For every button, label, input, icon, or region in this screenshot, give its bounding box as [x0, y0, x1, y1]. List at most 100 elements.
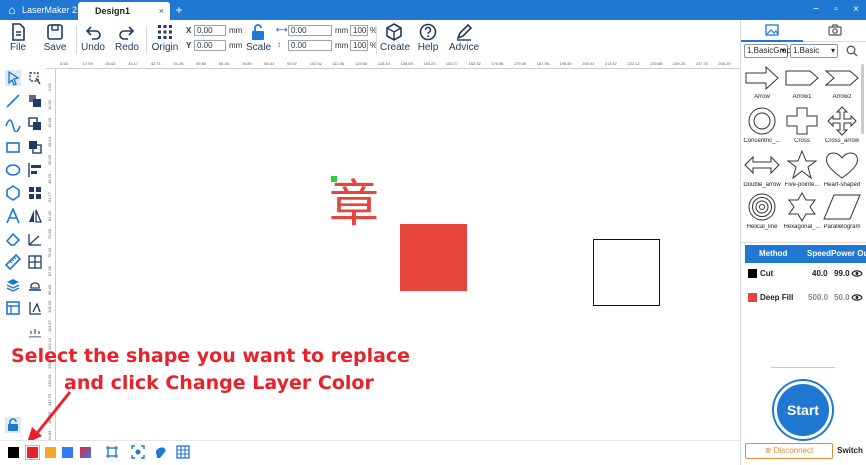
disconnect-button[interactable]: ⊗ Disconnect — [745, 443, 833, 459]
layer-color-orange[interactable] — [45, 447, 56, 458]
eraser-icon[interactable] — [5, 231, 21, 247]
select-arrow-icon[interactable] — [5, 70, 21, 86]
header-power: Power Output — [831, 249, 866, 258]
tab-camera[interactable] — [804, 20, 866, 42]
height-input[interactable]: 0.00 — [288, 40, 332, 51]
shape-double-arrow[interactable]: Double_arrow — [741, 150, 783, 188]
layer-color-blue[interactable] — [62, 447, 73, 458]
ruler-tick-label: 85.43 — [264, 61, 275, 66]
minimize-button[interactable]: − — [808, 2, 824, 18]
layer-row-cut[interactable]: Cut 40.0 99.0 — [745, 263, 866, 285]
shape-helical-line[interactable]: Helical_line — [741, 192, 783, 230]
grid-layout-icon[interactable] — [27, 254, 43, 270]
vertical-ruler: 2.53 11.06 19.60 28.14 36.69 45.23 53.77 62.32 7… — [46, 69, 56, 440]
layer-row-deep-fill[interactable]: Deep Fill 500.0 50.0 — [745, 287, 866, 309]
shape-cross-arrow[interactable]: Cross_arrow — [821, 106, 863, 144]
origin-button[interactable]: Origin — [150, 23, 180, 57]
home-icon[interactable]: ⌂ — [4, 2, 20, 18]
shape-hexagonal-star[interactable]: Hexagonal_... — [781, 192, 823, 230]
x-position-input[interactable]: 0.00 — [194, 25, 226, 36]
shape-heart[interactable]: Heart-shaped — [821, 150, 863, 188]
instruction-line-1: Select the shape you want to replace — [11, 345, 411, 367]
zoom-fit-icon[interactable] — [131, 445, 145, 459]
ruler-tick-label: 25.63 — [105, 61, 116, 66]
library-select[interactable]: 1.BasicGrap ▾ — [744, 44, 791, 58]
layer-method: Deep Fill — [760, 293, 794, 302]
height-percent-input[interactable]: 100 — [350, 40, 368, 51]
eye-icon[interactable] — [851, 269, 863, 278]
advice-button[interactable]: Advice — [448, 23, 480, 57]
ruler-tool-icon[interactable] — [5, 254, 21, 270]
save-button[interactable]: Save — [40, 23, 70, 57]
rectangle-tool-icon[interactable] — [5, 139, 21, 155]
measure-icon[interactable] — [27, 231, 43, 247]
scale-lock-button[interactable]: Scale — [246, 23, 271, 57]
shape-arrow[interactable]: Arrow — [741, 64, 783, 100]
eye-icon[interactable] — [851, 293, 863, 302]
layer-speed: 40.0 — [812, 269, 828, 278]
group-icon[interactable] — [27, 116, 43, 132]
search-icon[interactable] — [846, 45, 858, 57]
close-window-button[interactable]: × — [848, 2, 864, 18]
shape-arrow1[interactable]: Arrow1 — [781, 64, 823, 100]
new-tab-button[interactable]: + — [172, 2, 186, 18]
double-arrow-shape-icon — [744, 155, 780, 175]
camera-icon — [828, 24, 842, 36]
shape-concentric[interactable]: Concentric_... — [741, 106, 783, 144]
lock-icon — [252, 24, 264, 40]
layers-icon[interactable] — [5, 277, 21, 293]
canvas-text-glyph[interactable]: 章 — [329, 177, 379, 231]
shape-tool-icon[interactable] — [27, 93, 43, 109]
y-position-input[interactable]: 0.00 — [194, 40, 226, 51]
node-edit-icon[interactable] — [27, 70, 43, 86]
ruler-tick-label: 19.60 — [47, 117, 52, 128]
create-button[interactable]: Create — [380, 23, 410, 57]
help-button[interactable]: Help — [416, 23, 440, 57]
tab-close-icon[interactable]: × — [159, 2, 164, 20]
red-square-shape[interactable] — [400, 224, 467, 291]
switch-button[interactable]: Switch — [834, 443, 866, 459]
text-tool-icon[interactable] — [5, 208, 21, 224]
ruler-tick-label: 247.75 — [695, 61, 708, 66]
ungroup-icon[interactable] — [27, 139, 43, 155]
shape-five-pointed-star[interactable]: Five-pointe... — [781, 150, 823, 188]
undo-icon — [85, 26, 101, 40]
unlock-icon[interactable] — [5, 417, 21, 433]
design-canvas[interactable]: 章 Select the shape you want to replace a… — [11, 69, 740, 443]
grid-toggle-icon[interactable] — [176, 445, 190, 459]
layer-color-black[interactable] — [8, 447, 19, 458]
undo-button[interactable]: Undo — [80, 23, 106, 57]
align-left-icon[interactable] — [27, 162, 43, 178]
curve-tool-icon[interactable] — [5, 116, 21, 132]
fit-frame-icon[interactable] — [105, 445, 119, 459]
tab-gallery[interactable] — [741, 20, 803, 42]
mirror-icon[interactable] — [27, 208, 43, 224]
layer-color-red[interactable] — [25, 445, 40, 460]
file-button[interactable]: File — [4, 23, 32, 57]
line-tool-icon[interactable] — [5, 93, 21, 109]
stamp-icon[interactable] — [27, 277, 43, 293]
polygon-tool-icon[interactable] — [5, 185, 21, 201]
tab-design1[interactable]: Design1 × — [78, 2, 170, 20]
redo-button[interactable]: Redo — [114, 23, 140, 57]
ellipse-tool-icon[interactable] — [5, 162, 21, 178]
more-tools-icon[interactable] — [27, 326, 43, 342]
start-button[interactable]: Start — [774, 381, 832, 439]
ruler-tick-label: 0.54 — [60, 61, 68, 66]
shape-cross[interactable]: Cross — [781, 106, 823, 144]
black-square-shape[interactable] — [593, 239, 660, 306]
shape-arrow2[interactable]: Arrow2 — [821, 64, 863, 100]
shape-parallelogram[interactable]: Parallelogram — [821, 192, 863, 230]
chevron-down-icon: ▾ — [830, 46, 835, 55]
category-select[interactable]: 1.Basic ▾ — [790, 44, 838, 58]
panel-icon[interactable] — [5, 300, 21, 316]
layer-color-more[interactable] — [80, 447, 91, 458]
ruler-tick-label: 139.20 — [47, 374, 52, 387]
maximize-button[interactable]: ▫ — [828, 2, 844, 18]
width-percent-input[interactable]: 100 — [350, 25, 368, 36]
width-input[interactable]: 0.00 — [288, 25, 332, 36]
hand-icon[interactable] — [154, 445, 168, 459]
array-icon[interactable] — [27, 185, 43, 201]
arrow2-shape-icon — [824, 70, 859, 86]
path-offset-icon[interactable] — [27, 300, 43, 316]
